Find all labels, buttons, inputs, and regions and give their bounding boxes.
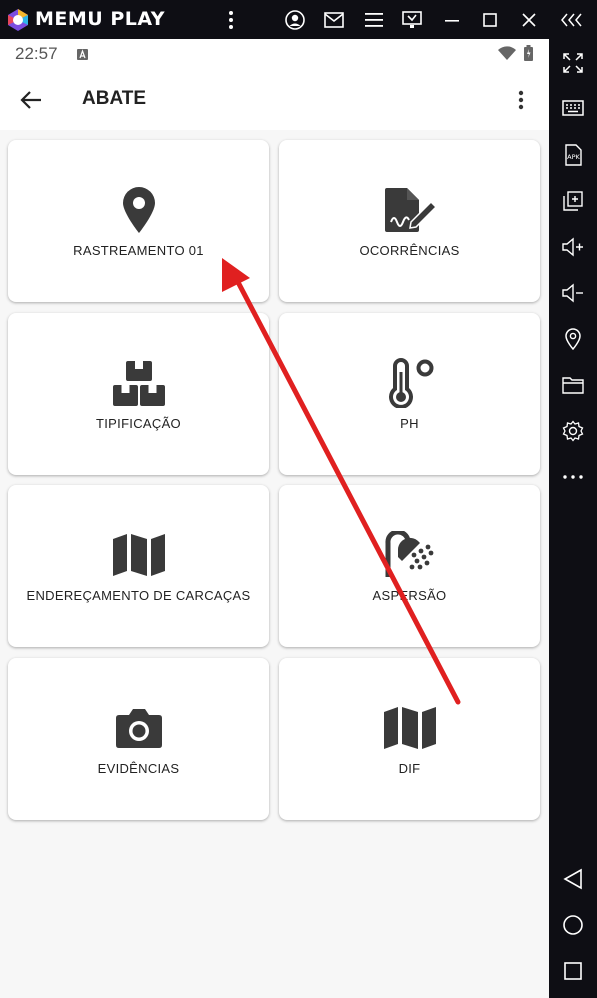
account-icon[interactable] <box>284 9 306 31</box>
volume-up-icon[interactable] <box>561 235 585 259</box>
home-circle-icon[interactable] <box>561 913 585 937</box>
emulator-sidebar: APK <box>549 39 597 998</box>
tile-label: TIPIFICAÇÃO <box>96 416 181 431</box>
back-arrow-icon[interactable] <box>18 87 44 113</box>
shower-icon <box>382 527 438 583</box>
multi-window-icon[interactable] <box>561 189 585 213</box>
tile-enderecamento[interactable]: ENDEREÇAMENTO DE CARCAÇAS <box>8 485 269 647</box>
more-vert-icon[interactable] <box>220 9 242 31</box>
recents-square-icon[interactable] <box>561 959 585 983</box>
tile-label: PH <box>400 416 419 431</box>
volume-down-icon[interactable] <box>561 281 585 305</box>
emulator-brand: MEMU PLAY <box>35 8 166 30</box>
maximize-icon[interactable] <box>479 9 501 31</box>
tile-ocorrencias[interactable]: OCORRÊNCIAS <box>279 140 540 302</box>
file-signature-icon <box>382 182 438 238</box>
fullscreen-icon[interactable] <box>561 51 585 75</box>
page-title: ABATE <box>82 88 147 109</box>
memu-logo-icon <box>6 8 30 32</box>
menu-icon[interactable] <box>363 9 385 31</box>
tile-label: EVIDÊNCIAS <box>97 761 180 776</box>
tile-evidencias[interactable]: EVIDÊNCIAS <box>8 658 269 820</box>
battery-icon <box>524 45 533 66</box>
minimize-icon[interactable] <box>441 9 463 31</box>
tile-label: OCORRÊNCIAS <box>359 243 460 258</box>
tile-label: ASPERSÃO <box>372 588 447 603</box>
app-bar: ABATE <box>0 69 549 130</box>
camera-icon <box>111 700 167 756</box>
map-pin-icon <box>111 182 167 238</box>
android-screen: 22:57 ABATE RASTREAMENTO 01 OCORRÊNCIAS <box>0 39 549 998</box>
apk-icon[interactable]: APK <box>561 143 585 167</box>
keyboard-icon[interactable] <box>561 96 585 120</box>
wifi-icon <box>498 46 516 65</box>
thermometer-icon <box>382 355 438 411</box>
tile-label: RASTREAMENTO 01 <box>73 243 204 258</box>
collapse-icon[interactable] <box>561 9 583 31</box>
svg-text:APK: APK <box>567 153 580 161</box>
folder-icon[interactable] <box>561 373 585 397</box>
status-bar: 22:57 <box>0 39 549 69</box>
tile-aspersao[interactable]: ASPERSÃO <box>279 485 540 647</box>
close-icon[interactable] <box>518 9 540 31</box>
overflow-menu-icon[interactable] <box>510 87 532 113</box>
tile-tipificacao[interactable]: TIPIFICAÇÃO <box>8 313 269 475</box>
location-icon[interactable] <box>561 327 585 351</box>
tile-dif[interactable]: DIF <box>279 658 540 820</box>
status-clock: 22:57 <box>15 44 58 63</box>
back-triangle-icon[interactable] <box>561 867 585 891</box>
map-icon <box>111 527 167 583</box>
screen-record-icon[interactable] <box>401 9 423 31</box>
tile-ph[interactable]: PH <box>279 313 540 475</box>
tile-label: DIF <box>398 761 421 776</box>
more-horiz-icon[interactable] <box>561 465 585 489</box>
settings-icon[interactable] <box>561 419 585 443</box>
emulator-titlebar: MEMU PLAY <box>0 0 597 39</box>
tile-rastreamento[interactable]: RASTREAMENTO 01 <box>8 140 269 302</box>
tile-label: ENDEREÇAMENTO DE CARCAÇAS <box>26 588 251 603</box>
notification-a-icon <box>77 47 88 65</box>
mail-icon[interactable] <box>323 9 345 31</box>
boxes-icon <box>111 355 167 411</box>
map-icon <box>382 700 438 756</box>
